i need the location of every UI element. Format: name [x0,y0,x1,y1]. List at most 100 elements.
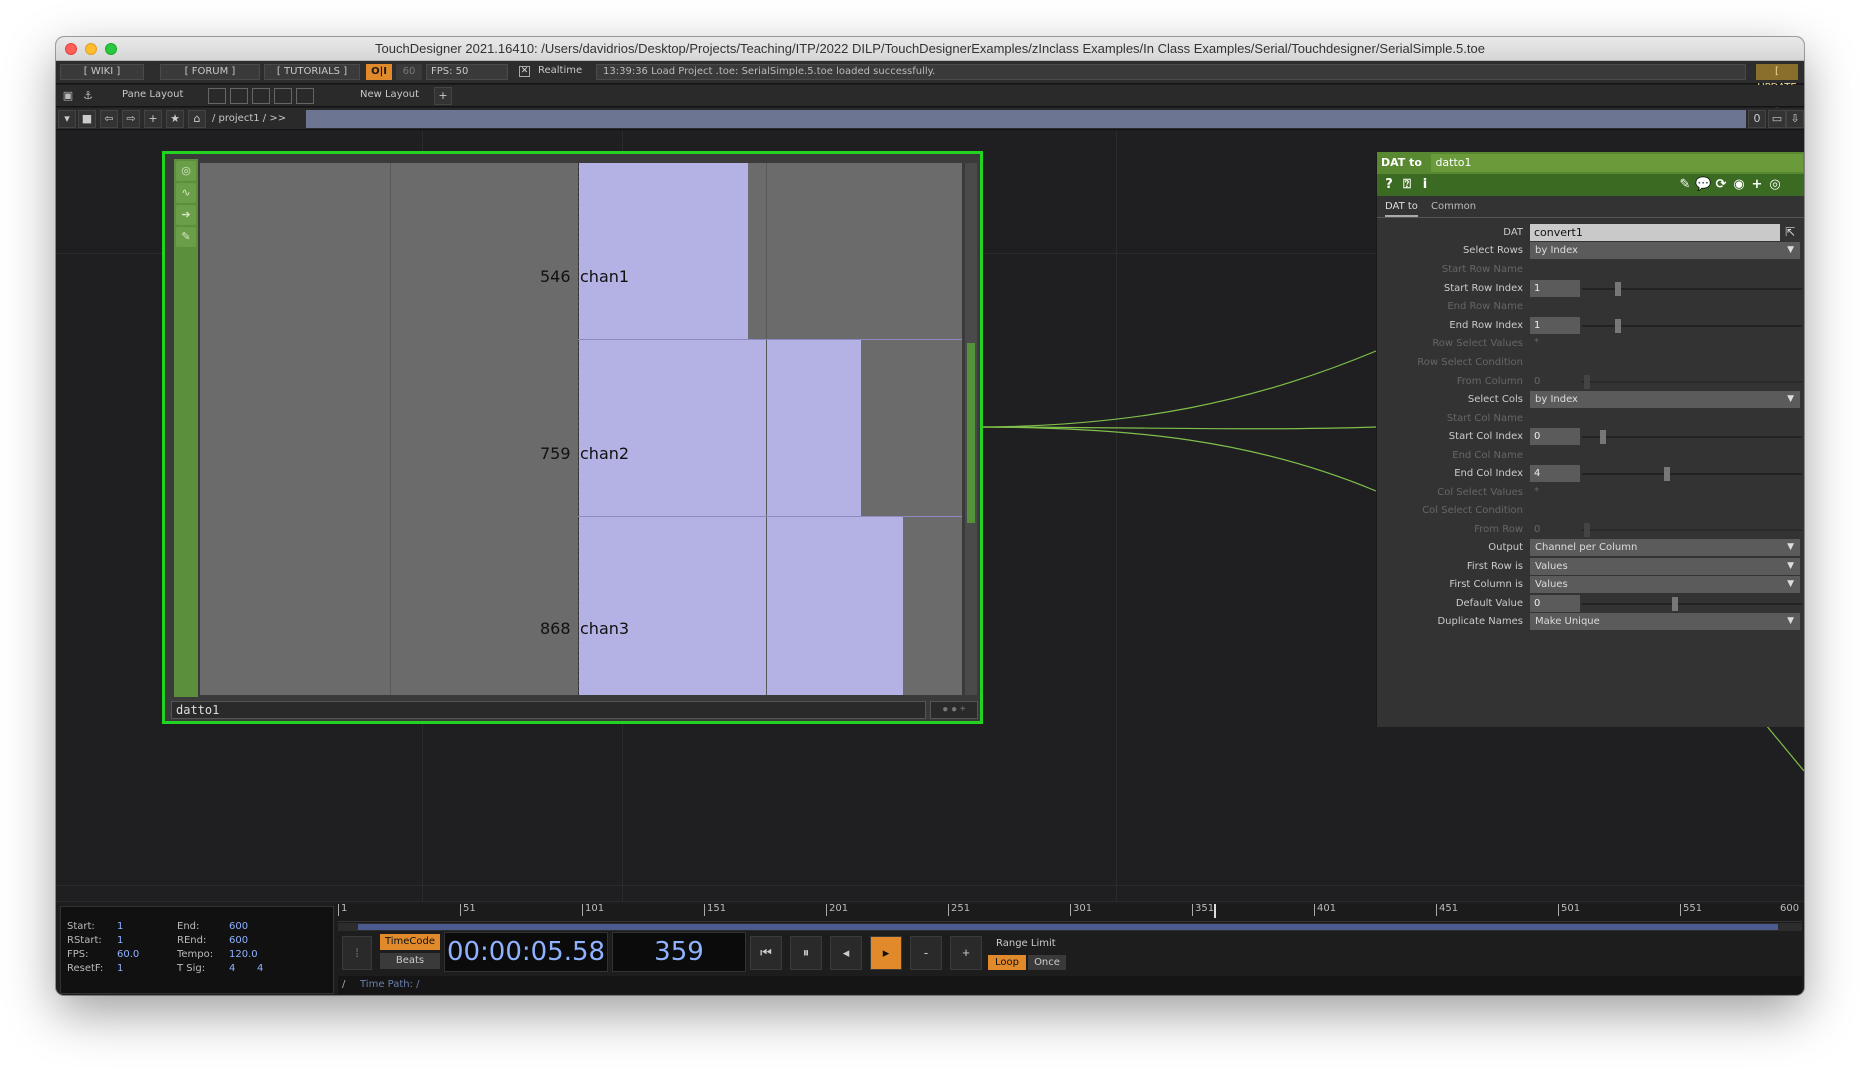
chan1-bar [578,163,748,339]
rewind-button[interactable]: ⏮ [750,936,782,970]
arrow-right-icon[interactable]: ➔ [176,205,196,225]
fps-target: 60 [396,64,422,80]
rstart-value[interactable]: 1 [117,935,123,946]
pane-menu-icon[interactable]: ⇩ [1786,110,1804,128]
default-value-field[interactable]: 0 [1530,595,1580,612]
param-end-col-index: End Col Index 4 [1377,465,1804,483]
pause-button[interactable]: ⏸ [790,936,822,970]
playhead[interactable] [1214,904,1216,918]
op-name-field[interactable]: datto1 [1431,154,1804,172]
select-cols-menu[interactable]: by Index ▼ [1530,391,1800,408]
rend-value[interactable]: 600 [229,935,248,946]
maximize-pane-icon[interactable]: ▭ [1768,110,1786,128]
end-row-index-slider[interactable] [1582,319,1802,333]
edit-icon[interactable]: ✎ [1677,177,1693,193]
datto1-node[interactable]: ◎ ∿ ➔ ✎ 546 chan1 759 chan2 868 chan3 da… [162,151,983,724]
time-path-root[interactable]: / [342,976,345,994]
end-value[interactable]: 600 [229,921,248,932]
realtime-checkbox[interactable]: ✕ [519,66,530,77]
op-type: DAT to [1381,156,1422,169]
comment-icon[interactable]: 💬 [1695,177,1711,193]
first-column-is-menu[interactable]: Values ▼ [1530,576,1800,593]
default-value-slider[interactable] [1582,597,1802,611]
start-row-index-field[interactable]: 1 [1530,280,1580,297]
wrench-icon[interactable]: ✎ [176,227,196,247]
perform-toggle-button[interactable]: O|I [366,64,392,80]
clone-icon[interactable]: ⟳ [1713,177,1729,193]
tab-common[interactable]: Common [1431,201,1476,212]
range-scrubber[interactable] [338,923,1802,931]
wiki-button[interactable]: [ WIKI ] [60,64,144,80]
frame-display[interactable]: 359 [612,932,746,972]
first-row-is-menu[interactable]: Values ▼ [1530,558,1800,575]
forward-icon[interactable]: ⇨ [122,110,140,128]
end-col-index-slider[interactable] [1582,467,1802,481]
graph-icon[interactable]: ∿ [176,183,196,203]
zoom-window-button[interactable] [105,43,117,55]
beats-button[interactable]: Beats [380,953,440,969]
start-value[interactable]: 1 [117,921,123,932]
pane-image-icon[interactable]: ▣ [60,88,76,104]
back-icon[interactable]: ⇦ [100,110,118,128]
step-back-button[interactable]: ◂ [830,936,862,970]
minus-button[interactable]: - [910,936,942,970]
star-icon[interactable]: ★ [166,110,184,128]
add-icon[interactable]: + [1749,177,1765,193]
tutorials-button[interactable]: [ TUTORIALS ] [264,64,360,80]
timeline-ruler[interactable]: 1 51 101 151 201 251 301 351 401 451 501… [338,904,1802,922]
plus-button[interactable]: + [950,936,982,970]
chan2-value: 759 [540,444,571,463]
fps-value[interactable]: 60.0 [117,949,139,960]
start-col-index-field[interactable]: 0 [1530,428,1580,445]
tempo-value[interactable]: 120.0 [229,949,258,960]
anchor-icon[interactable]: ⚓ [80,88,96,104]
path-field[interactable] [306,110,1746,128]
update-button[interactable]: [ UPDATE ] [1756,64,1798,109]
new-layout-plus-button[interactable]: + [434,87,452,105]
layout-quad-button[interactable] [296,88,314,104]
node-name-field[interactable]: datto1 [171,701,926,719]
resetf-value[interactable]: 1 [117,963,123,974]
timeline-options-icon[interactable]: ⁞ [342,936,372,970]
start-col-index-slider[interactable] [1582,430,1802,444]
tsig-a-value[interactable]: 4 [229,963,235,974]
layout-split-v-button[interactable] [230,88,248,104]
output-menu[interactable]: Channel per Column ▼ [1530,539,1800,556]
timecode-button[interactable]: TimeCode [380,934,440,950]
forum-button[interactable]: [ FORUM ] [160,64,260,80]
network-path[interactable]: / project1 / >> [212,113,286,124]
info-icon[interactable]: i [1417,177,1433,193]
stop-icon[interactable]: ■ [78,110,96,128]
dropdown-icon[interactable]: ▾ [58,110,76,128]
layout-single-button[interactable] [208,88,226,104]
layout-split-h-button[interactable] [252,88,270,104]
duplicate-names-menu[interactable]: Make Unique ▼ [1530,613,1800,630]
target-icon[interactable]: ◎ [1767,177,1783,193]
tab-dat-to[interactable]: DAT to [1385,201,1418,217]
target-icon[interactable]: ◎ [176,161,196,181]
help-icon[interactable]: ? [1381,177,1397,193]
layout-three-button[interactable] [274,88,292,104]
minimize-window-button[interactable] [85,43,97,55]
python-help-icon[interactable]: ⍰ [1399,177,1415,193]
add-icon[interactable]: + [144,110,162,128]
once-button[interactable]: Once [1028,955,1066,970]
node-flags[interactable]: ● ● + [930,701,978,719]
start-row-index-slider[interactable] [1582,282,1802,296]
timecode-display[interactable]: 00:00:05.58 [444,932,608,972]
arrow-select-icon[interactable]: ⇱ [1785,225,1795,239]
end-row-index-field[interactable]: 1 [1530,317,1580,334]
python-icon[interactable]: ◉ [1731,177,1747,193]
dat-field[interactable]: convert1 [1530,224,1780,241]
layout-bar: ▣ ⚓ Pane Layout New Layout + [56,85,1804,107]
home-icon[interactable]: ⌂ [188,110,206,128]
close-window-button[interactable] [65,43,77,55]
loop-button[interactable]: Loop [988,955,1026,970]
parameter-dialog: DAT to datto1 ? ⍰ i ✎ 💬 ⟳ ◉ + ◎ DAT to C… [1376,152,1804,727]
end-col-index-field[interactable]: 4 [1530,465,1580,482]
select-rows-menu[interactable]: by Index ▼ [1530,242,1800,259]
play-button[interactable]: ▸ [870,936,902,970]
node-scrollbar[interactable] [965,163,977,695]
tsig-b-value[interactable]: 4 [257,963,263,974]
path-bar: ▾ ■ ⇦ ⇨ + ★ ⌂ / project1 / >> 0 ▭ ⇩ [56,108,1804,130]
